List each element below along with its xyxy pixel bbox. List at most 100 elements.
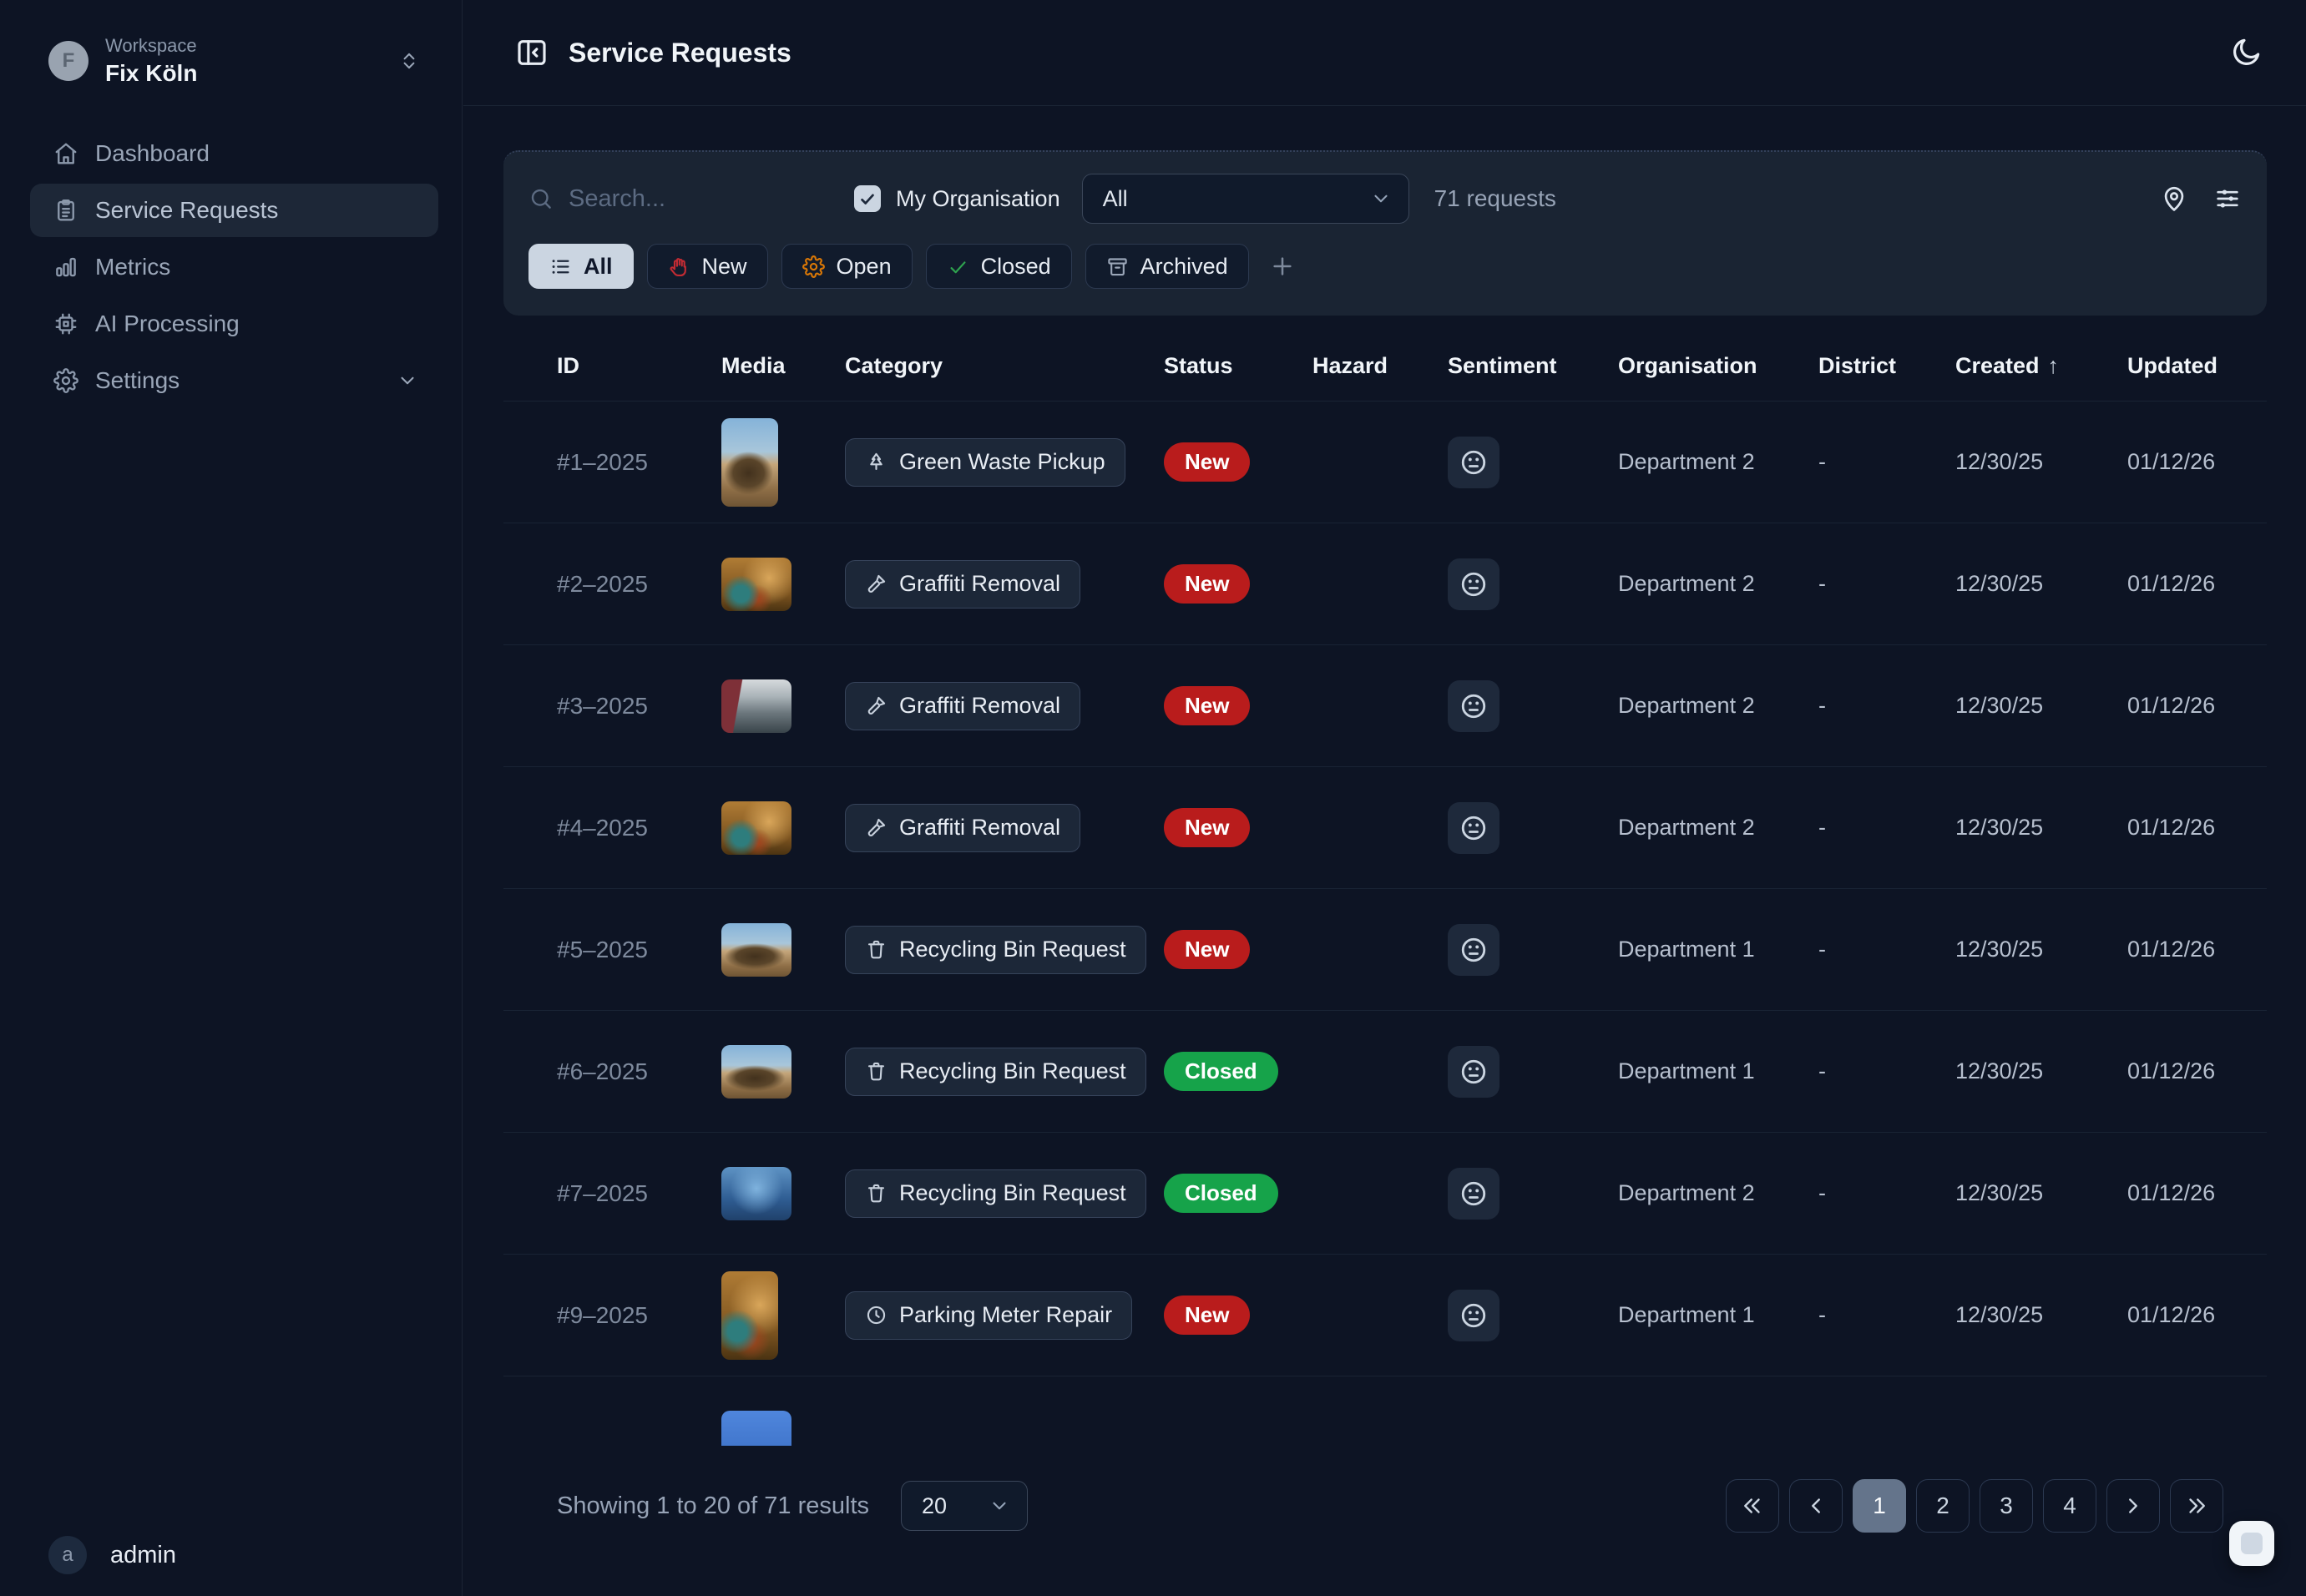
sentiment-neutral-button[interactable] bbox=[1448, 924, 1499, 976]
last-page-button[interactable] bbox=[2170, 1479, 2223, 1533]
user-menu[interactable]: a admin bbox=[48, 1536, 176, 1574]
column-header-hazard[interactable]: Hazard bbox=[1312, 353, 1448, 379]
column-header-id[interactable]: ID bbox=[557, 353, 721, 379]
my-organisation-filter[interactable]: My Organisation bbox=[854, 185, 1060, 212]
table-row-partial[interactable] bbox=[503, 1376, 2267, 1446]
sidebar-item-dashboard[interactable]: Dashboard bbox=[30, 127, 438, 180]
page-button-4[interactable]: 4 bbox=[2043, 1479, 2096, 1533]
category-pill[interactable]: Graffiti Removal bbox=[845, 560, 1080, 609]
filter-tab-all[interactable]: All bbox=[528, 244, 634, 289]
updated-cell: 01/12/26 bbox=[2127, 571, 2267, 597]
column-header-district[interactable]: District bbox=[1818, 353, 1955, 379]
sentiment-neutral-button[interactable] bbox=[1448, 802, 1499, 854]
sidebar-item-label: AI Processing bbox=[95, 311, 418, 337]
meh-icon bbox=[1459, 1179, 1489, 1209]
search-box bbox=[528, 185, 834, 213]
table-row[interactable]: #9–2025Parking Meter RepairNewDepartment… bbox=[503, 1254, 2267, 1376]
theme-toggle-button[interactable] bbox=[2229, 36, 2263, 69]
status-badge: New bbox=[1164, 1295, 1250, 1335]
trash-icon bbox=[865, 1182, 888, 1205]
table-row[interactable]: #3–2025Graffiti RemovalNewDepartment 2-1… bbox=[503, 644, 2267, 766]
media-thumbnail[interactable] bbox=[721, 1045, 791, 1099]
table-row[interactable]: #7–2025Recycling Bin RequestClosedDepart… bbox=[503, 1132, 2267, 1254]
status-badge: New bbox=[1164, 686, 1250, 725]
previous-page-button[interactable] bbox=[1789, 1479, 1843, 1533]
table-row[interactable]: #2–2025Graffiti RemovalNewDepartment 2-1… bbox=[503, 523, 2267, 644]
category-pill[interactable]: Parking Meter Repair bbox=[845, 1291, 1132, 1340]
results-summary: Showing 1 to 20 of 71 results bbox=[557, 1492, 869, 1520]
filter-tab-closed[interactable]: Closed bbox=[926, 244, 1072, 289]
sentiment-neutral-button[interactable] bbox=[1448, 1290, 1499, 1341]
organisation-select[interactable]: All bbox=[1082, 174, 1409, 224]
meh-icon bbox=[1459, 569, 1489, 599]
media-thumbnail[interactable] bbox=[721, 1411, 791, 1447]
my-organisation-checkbox[interactable] bbox=[854, 185, 881, 212]
page-button-1[interactable]: 1 bbox=[1853, 1479, 1906, 1533]
sidebar-item-ai-processing[interactable]: AI Processing bbox=[30, 297, 438, 351]
filter-tab-new[interactable]: New bbox=[647, 244, 768, 289]
column-header-category[interactable]: Category bbox=[845, 353, 1164, 379]
column-header-organisation[interactable]: Organisation bbox=[1618, 353, 1818, 379]
table-row[interactable]: #4–2025Graffiti RemovalNewDepartment 2-1… bbox=[503, 766, 2267, 888]
sidebar-item-metrics[interactable]: Metrics bbox=[30, 240, 438, 294]
next-page-button[interactable] bbox=[2106, 1479, 2160, 1533]
category-pill[interactable]: Graffiti Removal bbox=[845, 682, 1080, 730]
media-thumbnail[interactable] bbox=[721, 923, 791, 977]
map-view-button[interactable] bbox=[2160, 184, 2188, 213]
table-header: IDMediaCategoryStatusHazardSentimentOrga… bbox=[503, 331, 2267, 401]
category-pill[interactable]: Green Waste Pickup bbox=[845, 438, 1125, 487]
table-row[interactable]: #5–2025Recycling Bin RequestNewDepartmen… bbox=[503, 888, 2267, 1010]
plus-icon bbox=[1269, 253, 1296, 280]
add-filter-tab-button[interactable] bbox=[1269, 253, 1296, 280]
sidebar-item-settings[interactable]: Settings bbox=[30, 354, 438, 407]
clipboard-icon bbox=[53, 198, 78, 223]
page-title: Service Requests bbox=[569, 38, 2209, 68]
search-input[interactable] bbox=[569, 185, 819, 213]
tree-icon bbox=[865, 451, 888, 473]
column-header-sentiment[interactable]: Sentiment bbox=[1448, 353, 1618, 379]
category-pill[interactable]: Recycling Bin Request bbox=[845, 1048, 1146, 1096]
organisation-cell: Department 1 bbox=[1618, 937, 1818, 962]
sentiment-neutral-button[interactable] bbox=[1448, 558, 1499, 610]
chevron-down-icon bbox=[1370, 188, 1392, 210]
table-row[interactable]: #1–2025Green Waste PickupNewDepartment 2… bbox=[503, 401, 2267, 523]
column-header-updated[interactable]: Updated bbox=[2127, 353, 2267, 379]
filter-tab-archived[interactable]: Archived bbox=[1085, 244, 1249, 289]
category-label: Recycling Bin Request bbox=[899, 1058, 1126, 1084]
sentiment-neutral-button[interactable] bbox=[1448, 437, 1499, 488]
column-header-media[interactable]: Media bbox=[721, 353, 845, 379]
category-pill[interactable]: Recycling Bin Request bbox=[845, 1169, 1146, 1218]
filter-tab-open[interactable]: Open bbox=[781, 244, 913, 289]
media-thumbnail[interactable] bbox=[721, 558, 791, 611]
sentiment-neutral-button[interactable] bbox=[1448, 1046, 1499, 1098]
category-pill[interactable]: Recycling Bin Request bbox=[845, 926, 1146, 974]
media-thumbnail[interactable] bbox=[721, 1271, 778, 1360]
filter-tab-label: Open bbox=[837, 254, 892, 280]
media-thumbnail[interactable] bbox=[721, 801, 791, 855]
page-size-select[interactable]: 20 bbox=[901, 1481, 1028, 1531]
sentiment-neutral-button[interactable] bbox=[1448, 1168, 1499, 1220]
filter-tab-label: New bbox=[702, 254, 747, 280]
column-header-status[interactable]: Status bbox=[1164, 353, 1312, 379]
media-thumbnail[interactable] bbox=[721, 679, 791, 733]
page-button-3[interactable]: 3 bbox=[1980, 1479, 2033, 1533]
sort-asc-icon: ↑ bbox=[2048, 353, 2060, 379]
sentiment-neutral-button[interactable] bbox=[1448, 680, 1499, 732]
sidebar-item-service-requests[interactable]: Service Requests bbox=[30, 184, 438, 237]
organisation-cell: Department 2 bbox=[1618, 815, 1818, 841]
media-thumbnail[interactable] bbox=[721, 418, 778, 507]
first-page-button[interactable] bbox=[1726, 1479, 1779, 1533]
widget-launcher-button[interactable] bbox=[2229, 1521, 2274, 1566]
media-thumbnail[interactable] bbox=[721, 1167, 791, 1220]
check-icon bbox=[947, 255, 969, 278]
filter-settings-button[interactable] bbox=[2213, 184, 2242, 213]
page-button-2[interactable]: 2 bbox=[1916, 1479, 1970, 1533]
status-badge: Closed bbox=[1164, 1174, 1278, 1213]
updated-cell: 01/12/26 bbox=[2127, 815, 2267, 841]
column-header-created[interactable]: Created↑ bbox=[1955, 353, 2127, 379]
created-cell: 12/30/25 bbox=[1955, 1180, 2127, 1206]
sidebar-collapse-button[interactable] bbox=[515, 36, 549, 69]
table-row[interactable]: #6–2025Recycling Bin RequestClosedDepart… bbox=[503, 1010, 2267, 1132]
workspace-switcher[interactable]: F Workspace Fix Köln bbox=[48, 35, 420, 87]
category-pill[interactable]: Graffiti Removal bbox=[845, 804, 1080, 852]
